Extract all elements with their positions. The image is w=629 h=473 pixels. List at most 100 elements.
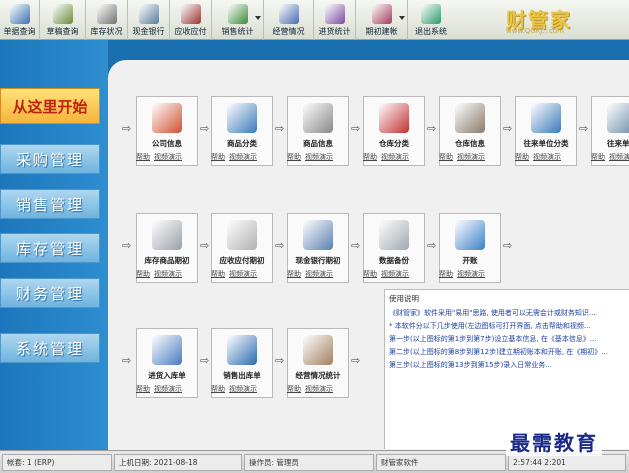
purchase-in-icon <box>152 335 182 365</box>
help-link[interactable]: 帮助 <box>591 152 605 162</box>
instructions-panel[interactable]: 使用说明 《财管家》软件采用"易用"思路, 使用者可以无需会计或财务知识... … <box>384 289 629 449</box>
help-link[interactable]: 帮助 <box>211 384 225 394</box>
brand-url: www.QGKJ...com <box>506 27 564 35</box>
help-link[interactable]: 帮助 <box>136 269 150 279</box>
flow-arrow-icon: ⇨ <box>275 122 285 135</box>
video-demo-link[interactable]: 视频演示 <box>305 384 333 394</box>
exit-door-icon <box>421 4 441 24</box>
instructions-paragraph: 《财管家》软件采用"易用"思路, 使用者可以无需会计或财务知识... <box>389 309 596 317</box>
instructions-paragraph: 第三步(以上图标的第13步到第15步)录入日常业务... <box>389 361 552 369</box>
sidebar-item-purchase[interactable]: 采购管理 <box>0 144 100 174</box>
sidebar-start-button[interactable]: 从这里开始 <box>0 88 100 124</box>
draft-query-icon <box>52 4 73 24</box>
video-demo-link[interactable]: 视频演示 <box>305 269 333 279</box>
video-demo-link[interactable]: 视频演示 <box>381 152 409 162</box>
video-demo-link[interactable]: 视频演示 <box>457 152 485 162</box>
flow-arrow-icon: ⇨ <box>275 354 285 367</box>
help-link[interactable]: 帮助 <box>515 152 529 162</box>
company-info-icon <box>152 103 182 133</box>
toolbar: 单据查询 草稿查询 库存状况 现金银行 应收应付 销售统计 经营情况 进货统计 … <box>0 0 629 40</box>
open-books-icon <box>455 220 485 250</box>
purchase-stats-button[interactable]: 进货统计 <box>314 0 356 40</box>
sidebar-item-inventory[interactable]: 库存管理 <box>0 233 100 263</box>
cash-bank-icon <box>138 4 159 24</box>
help-link[interactable]: 帮助 <box>211 152 225 162</box>
opening-setup-button[interactable]: 期初建帐 <box>356 0 408 40</box>
dropdown-arrow-icon[interactable] <box>399 16 405 20</box>
sidebar-item-system[interactable]: 系统管理 <box>0 333 100 363</box>
sales-stats-button[interactable]: 销售统计 <box>212 0 264 40</box>
draft-query-button[interactable]: 草稿查询 <box>40 0 86 40</box>
brand-logo: 财管家 www.QGKJ...com <box>496 0 629 40</box>
card-title: 公司信息 <box>152 139 182 148</box>
flow-arrow-icon: ⇨ <box>579 122 589 135</box>
dropdown-arrow-icon[interactable] <box>255 16 261 20</box>
doc-query-button[interactable]: 单据查询 <box>0 0 40 40</box>
flow-arrow-icon: ⇨ <box>122 354 132 367</box>
help-link[interactable]: 帮助 <box>439 269 453 279</box>
data-backup-icon <box>379 220 409 250</box>
books-icon <box>278 4 299 24</box>
card-title: 进货入库单 <box>148 371 186 380</box>
partner-category-icon <box>531 103 561 133</box>
product-category-icon <box>227 103 257 133</box>
cash-bank-button[interactable]: 现金银行 <box>128 0 170 40</box>
instructions-paragraph: * 本软件分以下几步使用(左边图标可打开界面, 点击帮助和视频... <box>389 322 591 330</box>
video-demo-link[interactable]: 视频演示 <box>229 384 257 394</box>
flow-arrow-icon: ⇨ <box>351 354 361 367</box>
flow-arrow-icon: ⇨ <box>122 239 132 252</box>
video-demo-link[interactable]: 视频演示 <box>154 384 182 394</box>
flow-arrow-icon: ⇨ <box>200 354 210 367</box>
card-title: 现金银行期初 <box>295 256 341 265</box>
video-demo-link[interactable]: 视频演示 <box>229 152 257 162</box>
card-title: 仓库信息 <box>455 139 485 148</box>
flow-arrow-icon: ⇨ <box>275 239 285 252</box>
card-title: 往来单位 <box>607 139 629 148</box>
exit-button[interactable]: 退出系统 <box>408 0 454 40</box>
status-time: 2:57:44 2:201 <box>508 453 626 471</box>
sidebar: 从这里开始 采购管理 销售管理 库存管理 财务管理 系统管理 <box>0 40 108 450</box>
card-title: 开账 <box>462 256 478 265</box>
help-link[interactable]: 帮助 <box>439 152 453 162</box>
help-link[interactable]: 帮助 <box>211 269 225 279</box>
card-title: 往来单位分类 <box>523 139 569 148</box>
flow-arrow-icon: ⇨ <box>351 239 361 252</box>
flow-arrow-icon: ⇨ <box>200 239 210 252</box>
video-demo-link[interactable]: 视频演示 <box>154 269 182 279</box>
video-demo-link[interactable]: 视频演示 <box>381 269 409 279</box>
video-demo-link[interactable]: 视频演示 <box>229 269 257 279</box>
sales-chart-icon <box>227 4 248 24</box>
flow-arrow-icon: ⇨ <box>122 122 132 135</box>
status-account: 帐套: 1 (ERP) <box>2 453 112 471</box>
operations-button[interactable]: 经营情况 <box>264 0 314 40</box>
warehouse-info-icon <box>455 103 485 133</box>
card-title: 数据备份 <box>379 256 409 265</box>
receivable-payable-button[interactable]: 应收应付 <box>170 0 212 40</box>
flow-arrow-icon: ⇨ <box>351 122 361 135</box>
help-link[interactable]: 帮助 <box>363 152 377 162</box>
help-link[interactable]: 帮助 <box>287 152 301 162</box>
help-link[interactable]: 帮助 <box>287 384 301 394</box>
video-demo-link[interactable]: 视频演示 <box>533 152 561 162</box>
stock-status-button[interactable]: 库存状况 <box>86 0 128 40</box>
help-link[interactable]: 帮助 <box>136 384 150 394</box>
sidebar-item-sales[interactable]: 销售管理 <box>0 189 100 219</box>
card-title: 商品分类 <box>227 139 257 148</box>
instructions-title: 使用说明 <box>389 294 419 303</box>
inventory-opening-icon <box>152 220 182 250</box>
warehouse-category-icon <box>379 103 409 133</box>
flow-arrow-icon: ⇨ <box>503 122 513 135</box>
video-demo-link[interactable]: 视频演示 <box>457 269 485 279</box>
video-demo-link[interactable]: 视频演示 <box>305 152 333 162</box>
help-link[interactable]: 帮助 <box>363 269 377 279</box>
flow-arrow-icon: ⇨ <box>503 239 513 252</box>
card-title: 经营情况统计 <box>295 371 341 380</box>
video-demo-link[interactable]: 视频演示 <box>154 152 182 162</box>
help-link[interactable]: 帮助 <box>136 152 150 162</box>
stock-status-icon <box>96 4 117 24</box>
cash-bank-opening-icon <box>303 220 333 250</box>
sidebar-item-finance[interactable]: 财务管理 <box>0 278 100 308</box>
ar-ap-opening-icon <box>227 220 257 250</box>
help-link[interactable]: 帮助 <box>287 269 301 279</box>
video-demo-link[interactable]: 视频演示 <box>609 152 629 162</box>
